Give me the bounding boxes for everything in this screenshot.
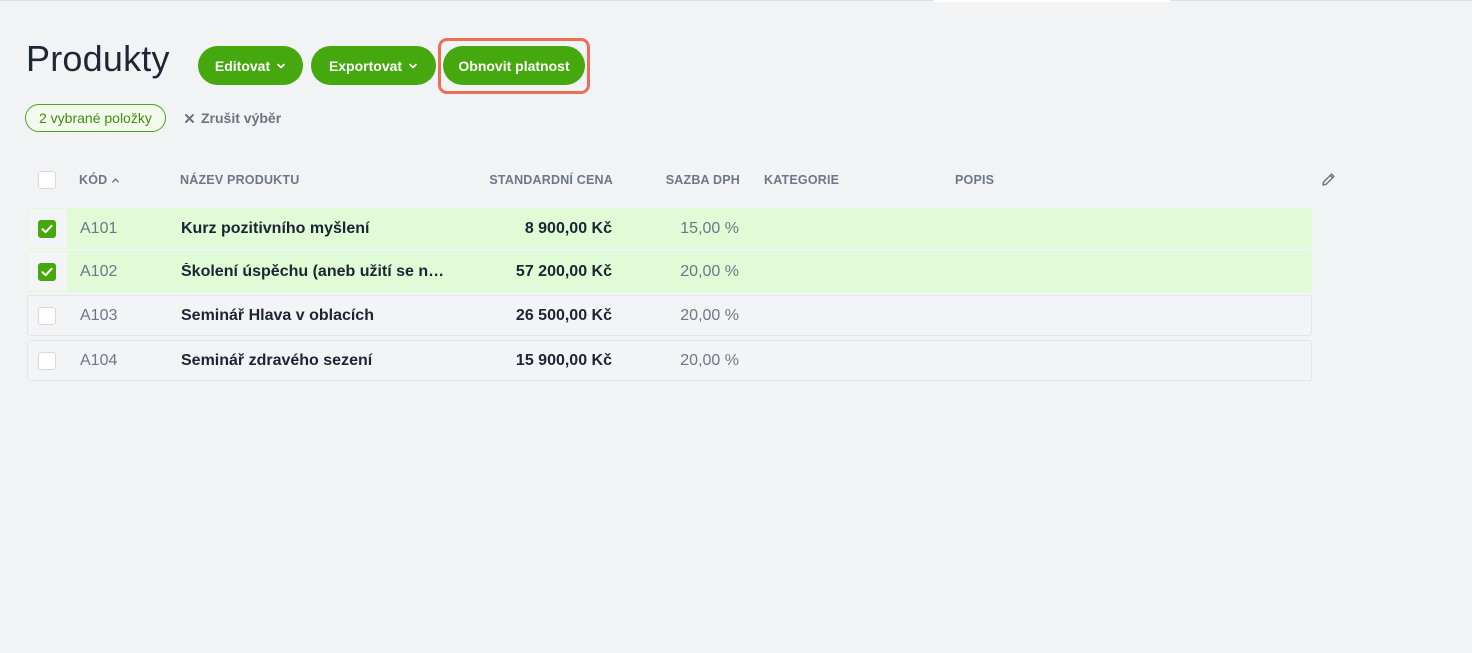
column-header-code-label: KÓD [79, 173, 108, 187]
product-vat: 15,00 % [680, 220, 739, 237]
product-code: A104 [80, 352, 118, 369]
table-row[interactable]: A101 Kurz pozitivního myšlení 8 900,00 K… [27, 208, 1312, 249]
row-checkbox[interactable] [38, 352, 56, 370]
top-tab-highlight [933, 0, 1170, 2]
product-price: 15 900,00 Kč [515, 352, 612, 369]
export-dropdown-button[interactable]: Exportovat [311, 46, 436, 85]
product-vat: 20,00 % [680, 307, 739, 324]
clear-selection-button[interactable]: Zrušit výběr [184, 108, 281, 128]
product-price: 8 900,00 Kč [524, 220, 612, 237]
check-icon [41, 267, 53, 277]
product-name: Školení úspěchu (aneb užití se net… [181, 263, 451, 280]
product-code: A101 [80, 220, 118, 237]
row-checkbox[interactable] [38, 307, 56, 325]
check-icon [41, 224, 53, 234]
top-border [0, 0, 1472, 1]
column-header-description[interactable]: POPIS [955, 173, 994, 187]
chevron-down-icon [409, 63, 417, 68]
pencil-icon[interactable] [1320, 171, 1337, 188]
product-code: A102 [80, 263, 118, 280]
row-checkbox-cell [28, 209, 67, 248]
product-vat: 20,00 % [680, 352, 739, 369]
product-name: Kurz pozitivního myšlení [181, 220, 370, 237]
page-title: Produkty [26, 38, 170, 79]
product-vat: 20,00 % [680, 263, 739, 280]
product-name: Seminář zdravého sezení [181, 352, 373, 369]
row-checkbox-cell [28, 296, 67, 335]
row-checkbox-cell [28, 252, 67, 291]
export-button-label: Exportovat [328, 57, 403, 74]
close-icon [185, 113, 194, 123]
clear-selection-label: Zrušit výběr [201, 110, 282, 126]
select-all-checkbox[interactable] [38, 171, 56, 189]
table-row[interactable]: A103 Seminář Hlava v oblacích 26 500,00 … [27, 295, 1312, 336]
product-code: A103 [80, 307, 118, 324]
row-checkbox[interactable] [38, 220, 56, 238]
table-row[interactable]: A104 Seminář zdravého sezení 15 900,00 K… [27, 340, 1312, 381]
selection-count-badge: 2 vybrané položky [25, 104, 166, 132]
table-header: KÓD NÁZEV PRODUKTU STANDARDNÍ CENA SAZBA… [27, 166, 1335, 194]
table-row[interactable]: A102 Školení úspěchu (aneb užití se net…… [27, 251, 1312, 292]
product-price: 57 200,00 Kč [515, 263, 612, 280]
product-price: 26 500,00 Kč [515, 307, 612, 324]
selection-count-label: 2 vybrané položky [39, 110, 152, 126]
column-header-code[interactable]: KÓD [79, 173, 120, 187]
row-checkbox-cell [28, 341, 67, 380]
column-header-vat[interactable]: SAZBA DPH [666, 173, 740, 187]
product-name: Seminář Hlava v oblacích [181, 307, 374, 324]
chevron-up-icon [112, 177, 120, 183]
row-checkbox[interactable] [38, 263, 56, 281]
edit-button-label: Editovat [214, 57, 271, 74]
column-header-category[interactable]: KATEGORIE [764, 173, 839, 187]
renew-button-label: Obnovit platnost [458, 57, 570, 74]
column-header-price[interactable]: STANDARDNÍ CENA [489, 173, 613, 187]
column-header-name[interactable]: NÁZEV PRODUKTU [180, 173, 299, 187]
chevron-down-icon [277, 63, 285, 68]
edit-dropdown-button[interactable]: Editovat [198, 46, 303, 85]
renew-validity-button[interactable]: Obnovit platnost [443, 46, 585, 85]
